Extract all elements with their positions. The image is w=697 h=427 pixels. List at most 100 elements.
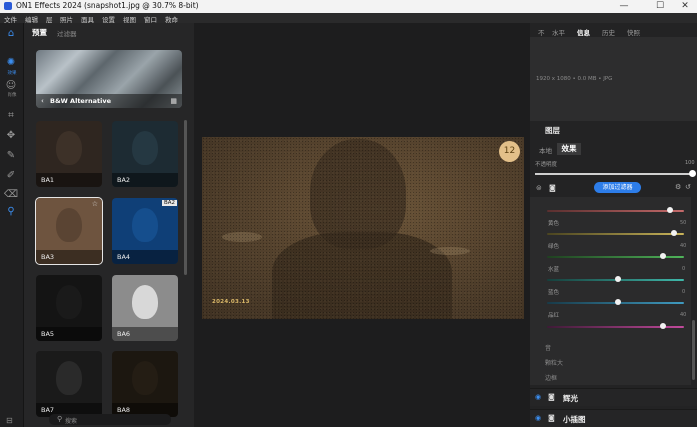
close-button[interactable]: ✕ [673, 0, 697, 13]
panel-toggle-icon[interactable]: ⊟ [6, 416, 13, 425]
tab-local[interactable]: 本地 [539, 145, 552, 155]
preset-thumb[interactable]: BA6 [112, 275, 178, 341]
gear-icon[interactable]: ⚙ [675, 183, 681, 191]
opacity-slider-knob[interactable] [689, 170, 696, 177]
color-slider[interactable] [547, 210, 684, 212]
eraser-icon[interactable]: ⌫ [3, 188, 19, 202]
back-chevron-icon[interactable]: ‹ [41, 97, 44, 105]
search-input[interactable]: ⚲ 搜索 [49, 414, 171, 425]
slider-value: 40 [680, 312, 687, 318]
photo-preview[interactable]: 2024.03.13 [202, 137, 524, 319]
thumb-image [56, 131, 82, 165]
thumb-image [132, 285, 158, 319]
camera-icon[interactable]: ◙ [548, 414, 555, 422]
tab-navigator[interactable]: 不 [538, 27, 545, 37]
thumb-image [56, 361, 82, 395]
preset-name: BA6 [117, 330, 131, 338]
slider-value: 0 [682, 266, 686, 272]
search-placeholder: 搜索 [65, 418, 78, 425]
tab-history[interactable]: 历史 [602, 27, 615, 37]
category-banner[interactable]: ‹ B&W Alternative ▦ [36, 50, 182, 108]
opacity-label: 不透明度 [535, 162, 558, 168]
tab-levels[interactable]: 水平 [552, 27, 565, 37]
effect-toolbar: ⊜ ◙ 添加过滤器 ⚙ ↺ [530, 181, 697, 197]
tab-filters[interactable]: 过滤器 [57, 28, 77, 38]
preset-thumb[interactable]: BA2 [112, 121, 178, 187]
preset-name: BA7 [41, 406, 55, 414]
add-filter-button[interactable]: 添加过滤器 [594, 182, 641, 193]
preset-browser: 预置 过滤器 ‹ B&W Alternative ▦ BA1 BA2 ☆ BA3… [24, 23, 194, 427]
section-border[interactable]: 边框 [545, 373, 557, 382]
browser-scrollbar[interactable] [184, 120, 187, 275]
preset-thumb[interactable]: BA5 [36, 275, 102, 341]
menu-bar: 文件 编辑 层 照片 面具 设置 视图 窗口 救命 [0, 13, 697, 24]
app-icon [4, 2, 12, 10]
thumb-image [56, 208, 82, 242]
brush-icon[interactable]: ✎ [3, 149, 19, 163]
date-stamp: 2024.03.13 [212, 299, 250, 305]
preset-badge: BA2 [161, 200, 177, 206]
tab-snapshots[interactable]: 快照 [627, 27, 640, 37]
layer-row-vignette[interactable]: ◉ ◙ 小插图 [530, 409, 697, 427]
preset-thumb[interactable]: BA7 [36, 351, 102, 417]
tab-presets[interactable]: 预置 [32, 27, 47, 38]
overlay-badge[interactable]: 12 [499, 141, 520, 162]
crop-icon[interactable]: ⌗ [3, 109, 19, 123]
effects-icon[interactable]: ✺ [3, 56, 19, 70]
preset-name: BA3 [41, 253, 55, 261]
tab-effects[interactable]: 效果 [557, 143, 581, 155]
slider-value: 50 [680, 220, 687, 226]
opacity-slider[interactable] [535, 173, 693, 175]
minimize-button[interactable]: — [612, 0, 636, 13]
preset-name: BA4 [117, 253, 131, 261]
yellow-slider[interactable] [547, 233, 684, 235]
favorite-icon[interactable]: ☆ [92, 200, 98, 208]
opacity-value: 100 [685, 160, 695, 166]
slider-label: 品红 [548, 313, 560, 319]
thumb-image [132, 208, 158, 242]
window-title: ON1 Effects 2024 (snapshot1.jpg @ 30.7% … [16, 1, 199, 10]
image-info: 1920 x 1080 • 0.0 MB • JPG [536, 76, 613, 82]
slider-value: 0 [682, 289, 686, 295]
home-icon[interactable]: ⌂ [3, 27, 19, 41]
grid-icon[interactable]: ▦ [170, 97, 177, 105]
preset-thumb[interactable]: BA8 [112, 351, 178, 417]
zoom-icon[interactable]: ⚲ [3, 205, 19, 219]
tab-info[interactable]: 信息 [577, 27, 590, 37]
slider-value: 40 [680, 243, 687, 249]
preset-thumb-selected[interactable]: ☆ BA3 [35, 197, 103, 265]
visibility-eye-icon[interactable]: ◉ [535, 393, 541, 401]
layer-name: 小插图 [563, 415, 586, 424]
thumb-image [56, 285, 82, 319]
portrait-icon[interactable]: ☺ [3, 79, 19, 93]
title-bar: ON1 Effects 2024 (snapshot1.jpg @ 30.7% … [0, 0, 697, 13]
section-grain[interactable]: 颗粒大 [545, 358, 563, 367]
section-tone[interactable]: 音 [545, 343, 551, 352]
camera-icon[interactable]: ◙ [548, 393, 555, 401]
layer-row-glow[interactable]: ◉ ◙ 辉光 [530, 388, 697, 406]
preset-name: BA2 [117, 176, 131, 184]
thumb-image [132, 131, 158, 165]
tool-strip: ⌂ ✺ 效果 ☺ 肖像 ⌗ ✥ ✎ ✐ ⌫ ⚲ [0, 23, 24, 427]
mask-icon[interactable]: ⊜ [536, 184, 542, 192]
category-label: B&W Alternative [50, 97, 112, 105]
effects-label: 效果 [7, 71, 17, 76]
filter-scrollbar[interactable] [692, 320, 695, 380]
maximize-button[interactable]: ☐ [648, 0, 672, 13]
info-panel: 1920 x 1080 • 0.0 MB • JPG [530, 37, 697, 121]
preset-thumb[interactable]: BA2 BA4 [112, 198, 178, 264]
slider-label: 蓝色 [548, 290, 560, 296]
retouch-icon[interactable]: ✐ [3, 169, 19, 183]
portrait-label: 肖像 [7, 93, 17, 98]
preset-thumb[interactable]: BA1 [36, 121, 102, 187]
photo-grain [202, 137, 524, 319]
preset-name: BA8 [117, 406, 131, 414]
search-icon: ⚲ [57, 415, 63, 423]
reset-icon[interactable]: ↺ [685, 183, 691, 191]
camera-icon[interactable]: ◙ [549, 184, 556, 192]
layer-name: 辉光 [563, 394, 578, 403]
slider-label: 水蓝 [548, 267, 560, 273]
preset-name: BA1 [41, 176, 55, 184]
visibility-eye-icon[interactable]: ◉ [535, 414, 541, 422]
move-icon[interactable]: ✥ [3, 129, 19, 143]
